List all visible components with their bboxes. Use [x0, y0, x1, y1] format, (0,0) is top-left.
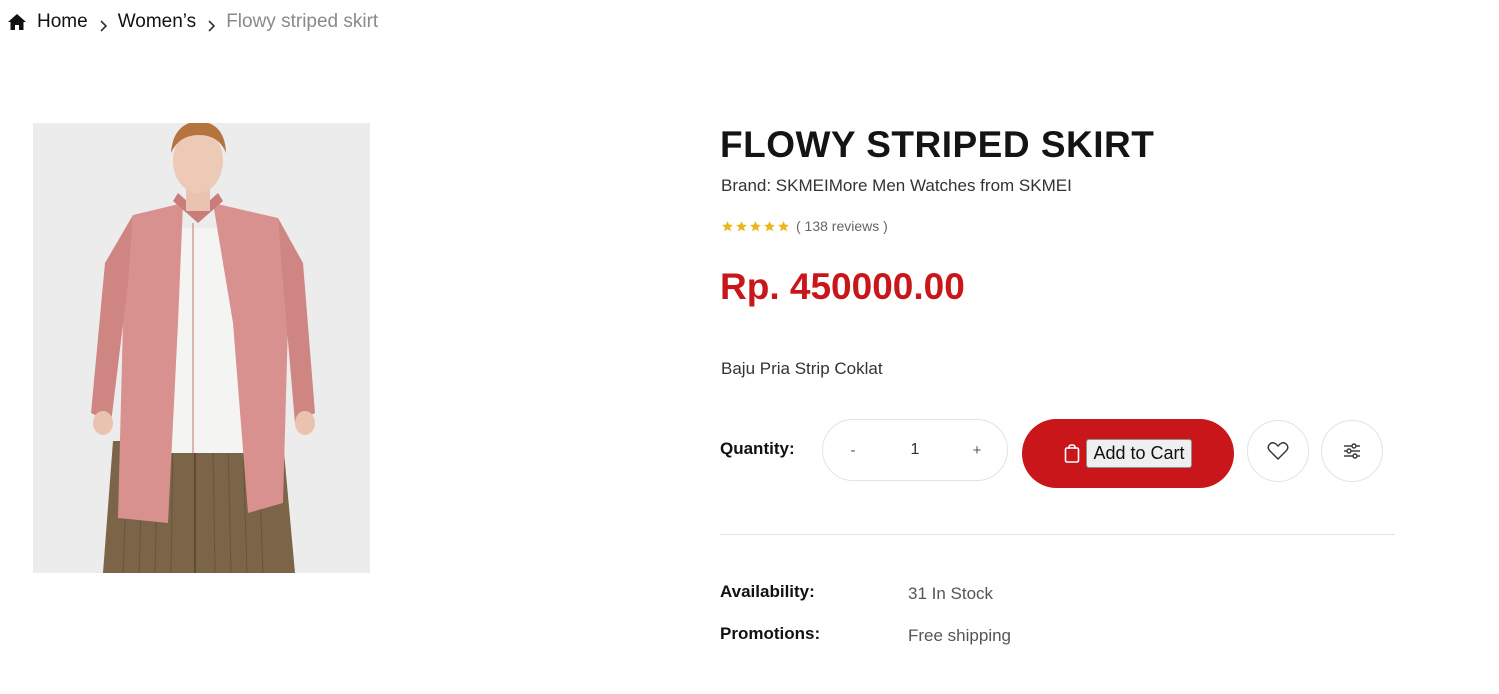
star-icon: [764, 220, 775, 231]
review-count-link[interactable]: ( 138 reviews ): [796, 218, 888, 234]
breadcrumb-category-link[interactable]: Women’s: [118, 11, 197, 33]
chevron-right-icon: [206, 16, 216, 32]
compare-button[interactable]: [1321, 420, 1383, 482]
breadcrumb-home-link[interactable]: Home: [37, 11, 88, 33]
quantity-input[interactable]: 1: [911, 441, 920, 459]
quantity-label: Quantity:: [720, 439, 795, 458]
breadcrumb: Home Women’s Flowy striped skirt: [8, 10, 378, 34]
divider: [720, 534, 1395, 535]
quantity-decrement-button[interactable]: -: [846, 442, 860, 459]
product-description: Baju Pria Strip Coklat: [721, 359, 883, 378]
star-icon: [750, 220, 761, 231]
breadcrumb-current: Flowy striped skirt: [226, 11, 379, 32]
brand-line: Brand: SKMEIMore Men Watches from SKMEI: [721, 176, 1072, 195]
quantity-increment-button[interactable]: +: [970, 442, 984, 459]
add-to-cart-button[interactable]: Add to Cart: [1022, 419, 1234, 488]
promotions-label: Promotions:: [720, 624, 821, 643]
shopping-bag-icon: [1065, 444, 1080, 463]
heart-icon: [1267, 442, 1289, 460]
quantity-stepper: - 1 +: [822, 419, 1008, 481]
availability-label: Availability:: [720, 582, 815, 601]
availability-value: 31 In Stock: [908, 584, 994, 603]
product-title: FLOWY STRIPED SKIRT: [720, 124, 1155, 165]
add-to-cart-label[interactable]: Add to Cart: [1086, 439, 1192, 468]
chevron-right-icon: [98, 16, 108, 32]
star-icon: [722, 220, 733, 231]
sliders-icon: [1344, 443, 1360, 459]
product-page: Home Women’s Flowy striped skirt FLOWY S…: [0, 0, 1499, 694]
home-icon[interactable]: [8, 14, 26, 30]
product-price: Rp. 450000.00: [720, 266, 965, 307]
rating-stars: [721, 220, 790, 233]
wishlist-button[interactable]: [1247, 420, 1309, 482]
promotions-value: Free shipping: [908, 626, 1012, 645]
star-icon: [736, 220, 747, 231]
product-image[interactable]: [33, 123, 370, 573]
star-icon: [778, 220, 789, 231]
product-rating: ( 138 reviews ): [721, 218, 888, 234]
